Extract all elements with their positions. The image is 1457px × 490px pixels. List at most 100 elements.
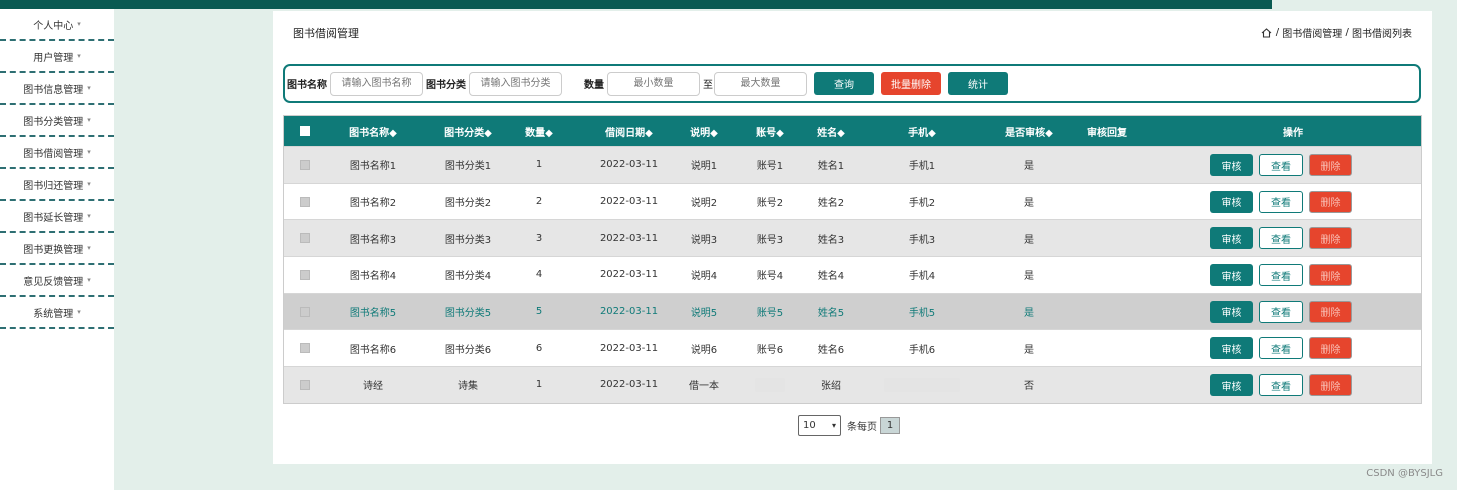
cell-category: 图书分类5 bbox=[444, 308, 492, 320]
cell-phone: 手机6 bbox=[908, 344, 936, 356]
view-button[interactable]: 查看 bbox=[1259, 264, 1303, 287]
column-header[interactable]: 是否审核◆ bbox=[989, 116, 1069, 146]
table-row[interactable]: 诗经 诗集 1 2022-03-11 借一本 张绍 否 审核 查看 删除 bbox=[284, 366, 1421, 403]
view-button[interactable]: 查看 bbox=[1259, 300, 1303, 323]
page-size-select[interactable]: 10 ▾ bbox=[798, 415, 841, 436]
column-header[interactable]: 账号◆ bbox=[742, 116, 798, 146]
row-checkbox-cell bbox=[298, 147, 312, 183]
sidebar-item-label: 图书借阅管理 bbox=[23, 148, 84, 160]
delete-button[interactable]: 删除 bbox=[1309, 154, 1352, 176]
delete-button[interactable]: 删除 bbox=[1309, 374, 1352, 397]
view-button[interactable]: 查看 bbox=[1259, 154, 1303, 176]
column-header[interactable]: 姓名◆ bbox=[806, 116, 856, 146]
delete-button[interactable]: 删除 bbox=[1309, 337, 1352, 360]
min-quantity-input[interactable] bbox=[607, 71, 700, 96]
max-quantity-input[interactable] bbox=[714, 71, 807, 96]
cell-audited: 是 bbox=[1024, 161, 1034, 173]
table-row[interactable]: 图书名称6 图书分类6 6 2022-03-11 说明6 账号6 姓名6 手机6 是 审核 查看 删除 bbox=[284, 329, 1421, 367]
column-header[interactable]: 手机◆ bbox=[867, 116, 977, 146]
sidebar-item[interactable]: 意见反馈管理 ▾ bbox=[0, 265, 114, 297]
sidebar-item[interactable]: 图书分类管理 ▾ bbox=[0, 105, 114, 137]
audit-button[interactable]: 审核 bbox=[1210, 227, 1253, 250]
audit-button[interactable]: 审核 bbox=[1210, 337, 1253, 360]
select-all-checkbox[interactable] bbox=[300, 126, 310, 136]
home-icon[interactable] bbox=[1261, 27, 1272, 38]
table-row[interactable]: 图书名称4 图书分类4 4 2022-03-11 说明4 账号4 姓名4 手机4 是 审核 查看 删除 bbox=[284, 256, 1421, 293]
page-number-button[interactable]: 1 bbox=[880, 417, 900, 434]
column-header[interactable]: 借阅日期◆ bbox=[574, 116, 684, 146]
batch-delete-button[interactable]: 批量删除 bbox=[881, 72, 941, 95]
table-row[interactable]: 图书名称3 图书分类3 3 2022-03-11 说明3 账号3 姓名3 手机3 是 审核 查看 删除 bbox=[284, 219, 1421, 257]
quantity-label: 数量 bbox=[584, 80, 604, 91]
cell-audited: 否 bbox=[1024, 381, 1034, 393]
audit-button[interactable]: 审核 bbox=[1210, 374, 1253, 397]
breadcrumb-item-borrow-manage[interactable]: 图书借阅管理 bbox=[1282, 25, 1342, 40]
cell-account: 账号6 bbox=[756, 344, 784, 356]
chevron-down-icon: ▾ bbox=[87, 244, 91, 252]
cell-category: 图书分类6 bbox=[444, 344, 492, 356]
view-button[interactable]: 查看 bbox=[1259, 374, 1303, 397]
cell-category: 图书分类3 bbox=[444, 234, 492, 246]
column-header[interactable]: 说明◆ bbox=[684, 116, 724, 146]
table-row[interactable]: 图书名称2 图书分类2 2 2022-03-11 说明2 账号2 姓名2 手机2 是 审核 查看 删除 bbox=[284, 182, 1421, 220]
row-checkbox[interactable] bbox=[300, 233, 310, 244]
column-header[interactable]: 图书名称◆ bbox=[330, 116, 416, 146]
book-category-input[interactable] bbox=[469, 71, 562, 96]
cell-name: 图书名称6 bbox=[349, 344, 397, 356]
row-checkbox[interactable] bbox=[300, 306, 310, 317]
cell-person: 姓名6 bbox=[817, 344, 845, 356]
sidebar-item[interactable]: 图书更换管理 ▾ bbox=[0, 233, 114, 265]
cell-date: 2022-03-11 bbox=[599, 159, 659, 171]
row-checkbox[interactable] bbox=[300, 196, 310, 207]
column-header[interactable]: 数量◆ bbox=[514, 116, 564, 146]
sidebar-item[interactable]: 图书借阅管理 ▾ bbox=[0, 137, 114, 169]
delete-button[interactable]: 删除 bbox=[1309, 264, 1352, 287]
chevron-down-icon: ▾ bbox=[87, 148, 91, 156]
borrow-table: 图书名称◆ 图书分类◆ 数量◆ 借阅日期◆ 说明◆ 账号◆ 姓名◆ 手机◆ 是否审核◆ 审核回复 操… bbox=[283, 115, 1422, 404]
book-name-input[interactable] bbox=[330, 71, 423, 96]
cell-audited: 是 bbox=[1024, 344, 1034, 356]
book-name-label: 图书名称 bbox=[287, 80, 327, 91]
cell-qty: 3 bbox=[535, 232, 543, 244]
cell-phone: 手机5 bbox=[908, 308, 936, 320]
row-checkbox[interactable] bbox=[300, 343, 310, 354]
view-button[interactable]: 查看 bbox=[1259, 337, 1303, 360]
sidebar-item[interactable]: 系统管理 ▾ bbox=[0, 297, 114, 329]
audit-button[interactable]: 审核 bbox=[1210, 300, 1253, 323]
audit-button[interactable]: 审核 bbox=[1210, 154, 1253, 176]
cell-reply bbox=[1072, 330, 1142, 366]
table-row[interactable]: 图书名称5 图书分类5 5 2022-03-11 说明5 账号5 姓名5 手机5 是 审核 查看 删除 bbox=[284, 292, 1421, 330]
row-checkbox[interactable] bbox=[300, 379, 310, 390]
column-header: 操作 bbox=[1283, 127, 1303, 139]
column-header[interactable]: 图书分类◆ bbox=[427, 116, 509, 146]
chevron-down-icon: ▾ bbox=[831, 421, 836, 430]
audit-button[interactable]: 审核 bbox=[1210, 190, 1253, 213]
cell-qty: 6 bbox=[535, 342, 543, 354]
stats-button[interactable]: 统计 bbox=[948, 72, 1008, 95]
row-checkbox[interactable] bbox=[300, 269, 310, 280]
redacted-account bbox=[755, 377, 785, 392]
range-to-label: 至 bbox=[703, 80, 713, 91]
audit-button[interactable]: 审核 bbox=[1210, 264, 1253, 287]
view-button[interactable]: 查看 bbox=[1259, 227, 1303, 250]
delete-button[interactable]: 删除 bbox=[1309, 227, 1352, 250]
sidebar-item[interactable]: 用户管理 ▾ bbox=[0, 41, 114, 73]
delete-button[interactable]: 删除 bbox=[1309, 190, 1352, 213]
cell-account: 账号3 bbox=[756, 234, 784, 246]
sidebar-item[interactable]: 个人中心 ▾ bbox=[0, 9, 114, 41]
cell-account: 账号1 bbox=[756, 161, 784, 173]
query-button[interactable]: 查询 bbox=[814, 72, 874, 95]
cell-person: 姓名3 bbox=[817, 234, 845, 246]
cell-person: 姓名4 bbox=[817, 271, 845, 283]
row-checkbox[interactable] bbox=[300, 159, 310, 170]
top-bar-right bbox=[1272, 0, 1457, 9]
delete-button[interactable]: 删除 bbox=[1309, 300, 1352, 323]
cell-date: 2022-03-11 bbox=[599, 342, 659, 354]
cell-reply bbox=[1072, 220, 1142, 256]
sidebar-item[interactable]: 图书延长管理 ▾ bbox=[0, 201, 114, 233]
sidebar-item[interactable]: 图书归还管理 ▾ bbox=[0, 169, 114, 201]
cell-account: 账号4 bbox=[756, 271, 784, 283]
table-row[interactable]: 图书名称1 图书分类1 1 2022-03-11 说明1 账号1 姓名1 手机1 是 审核 查看 删除 bbox=[284, 146, 1421, 183]
sidebar-item[interactable]: 图书信息管理 ▾ bbox=[0, 73, 114, 105]
view-button[interactable]: 查看 bbox=[1259, 190, 1303, 213]
